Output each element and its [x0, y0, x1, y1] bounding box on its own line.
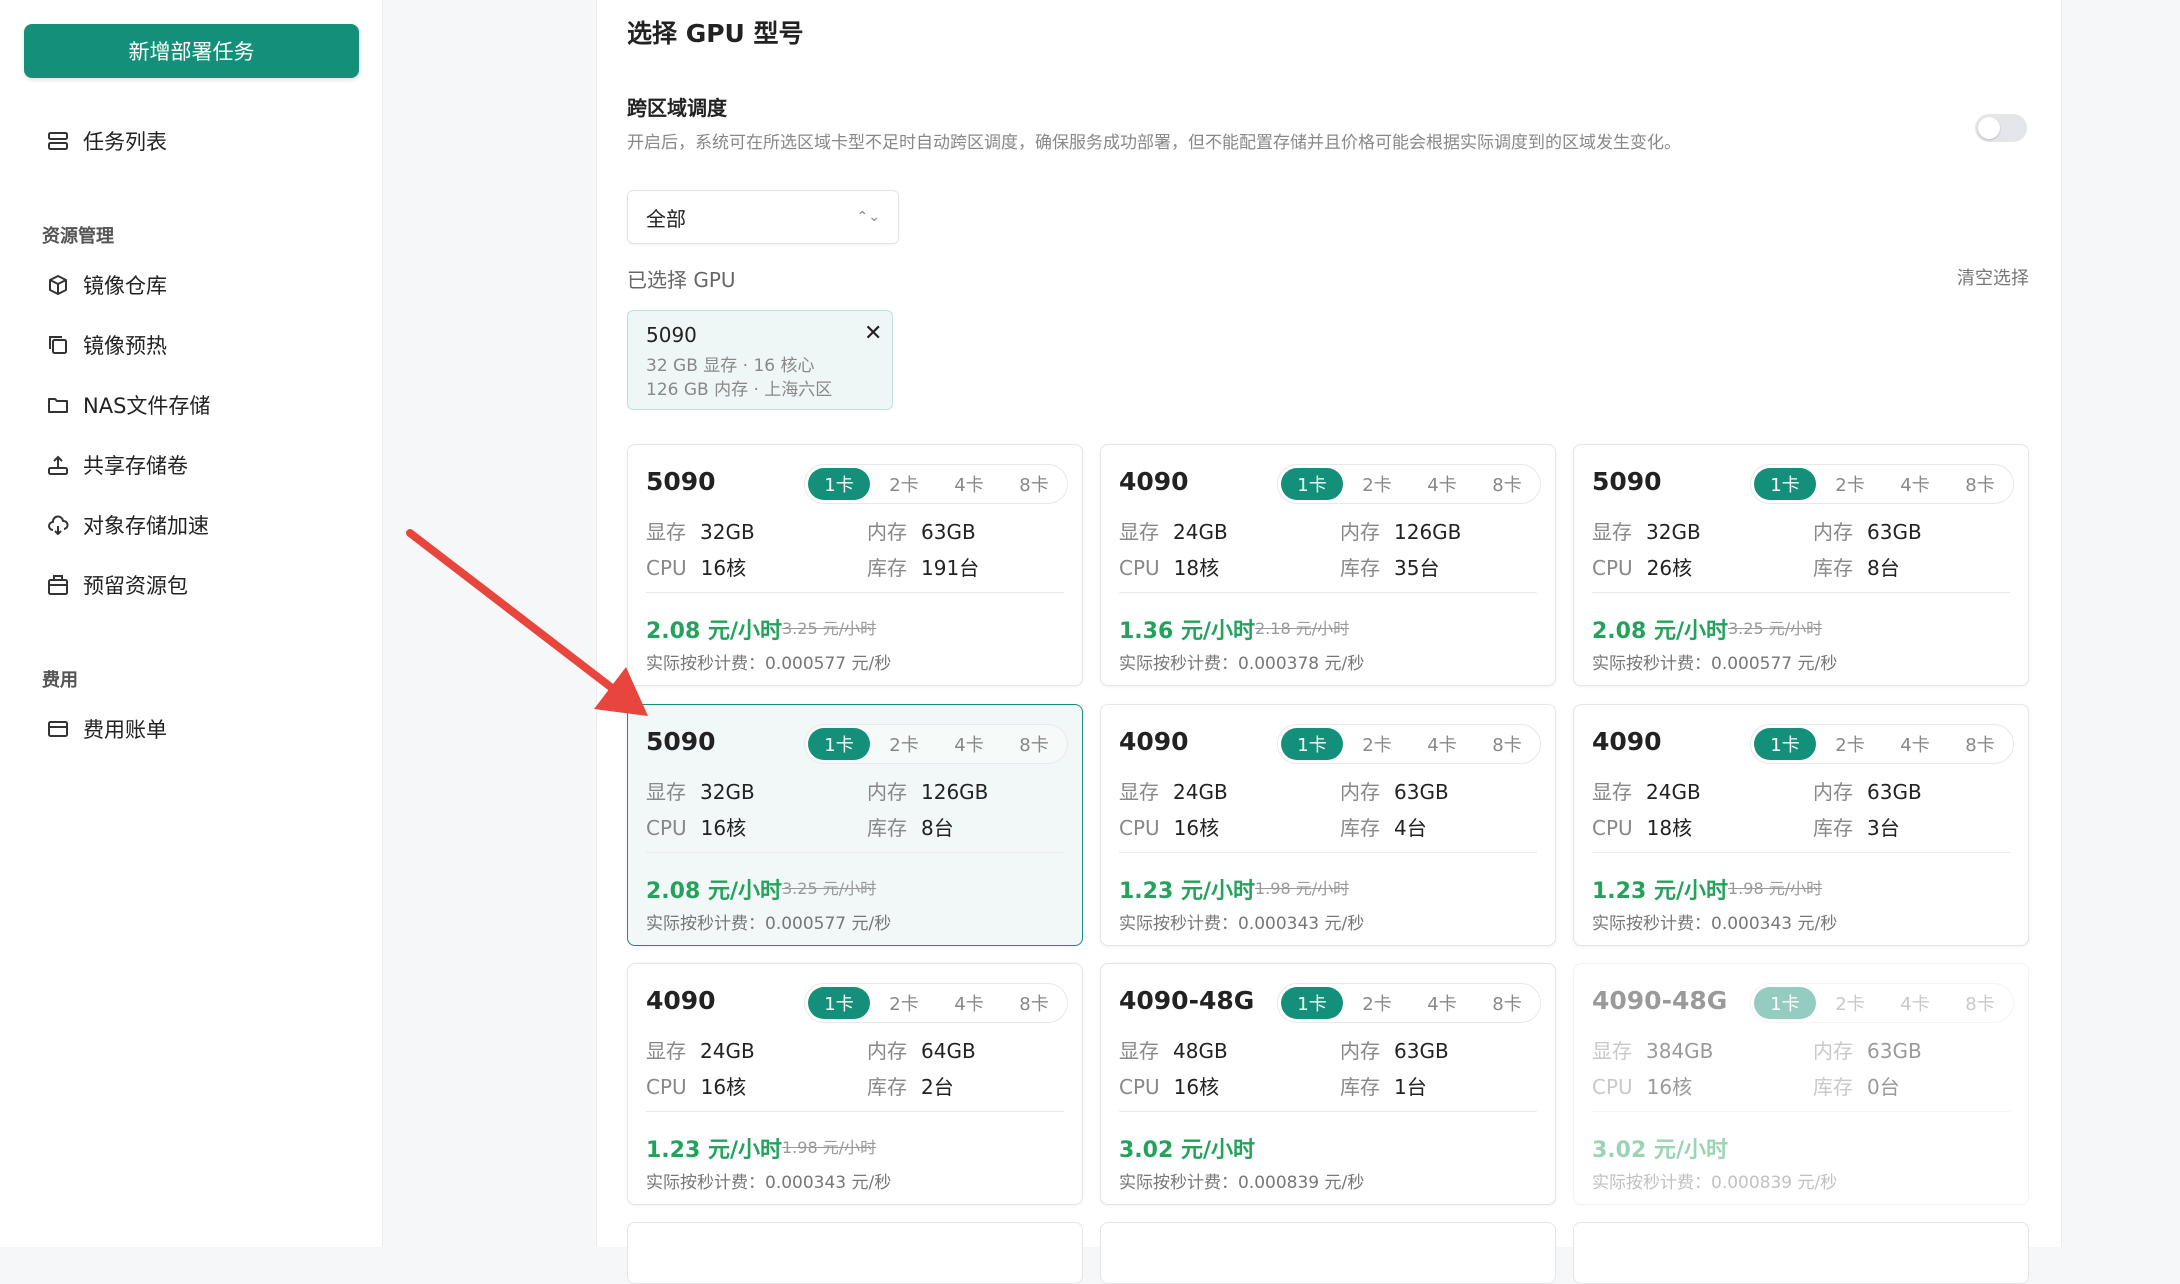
- annotation-arrow: [406, 529, 648, 716]
